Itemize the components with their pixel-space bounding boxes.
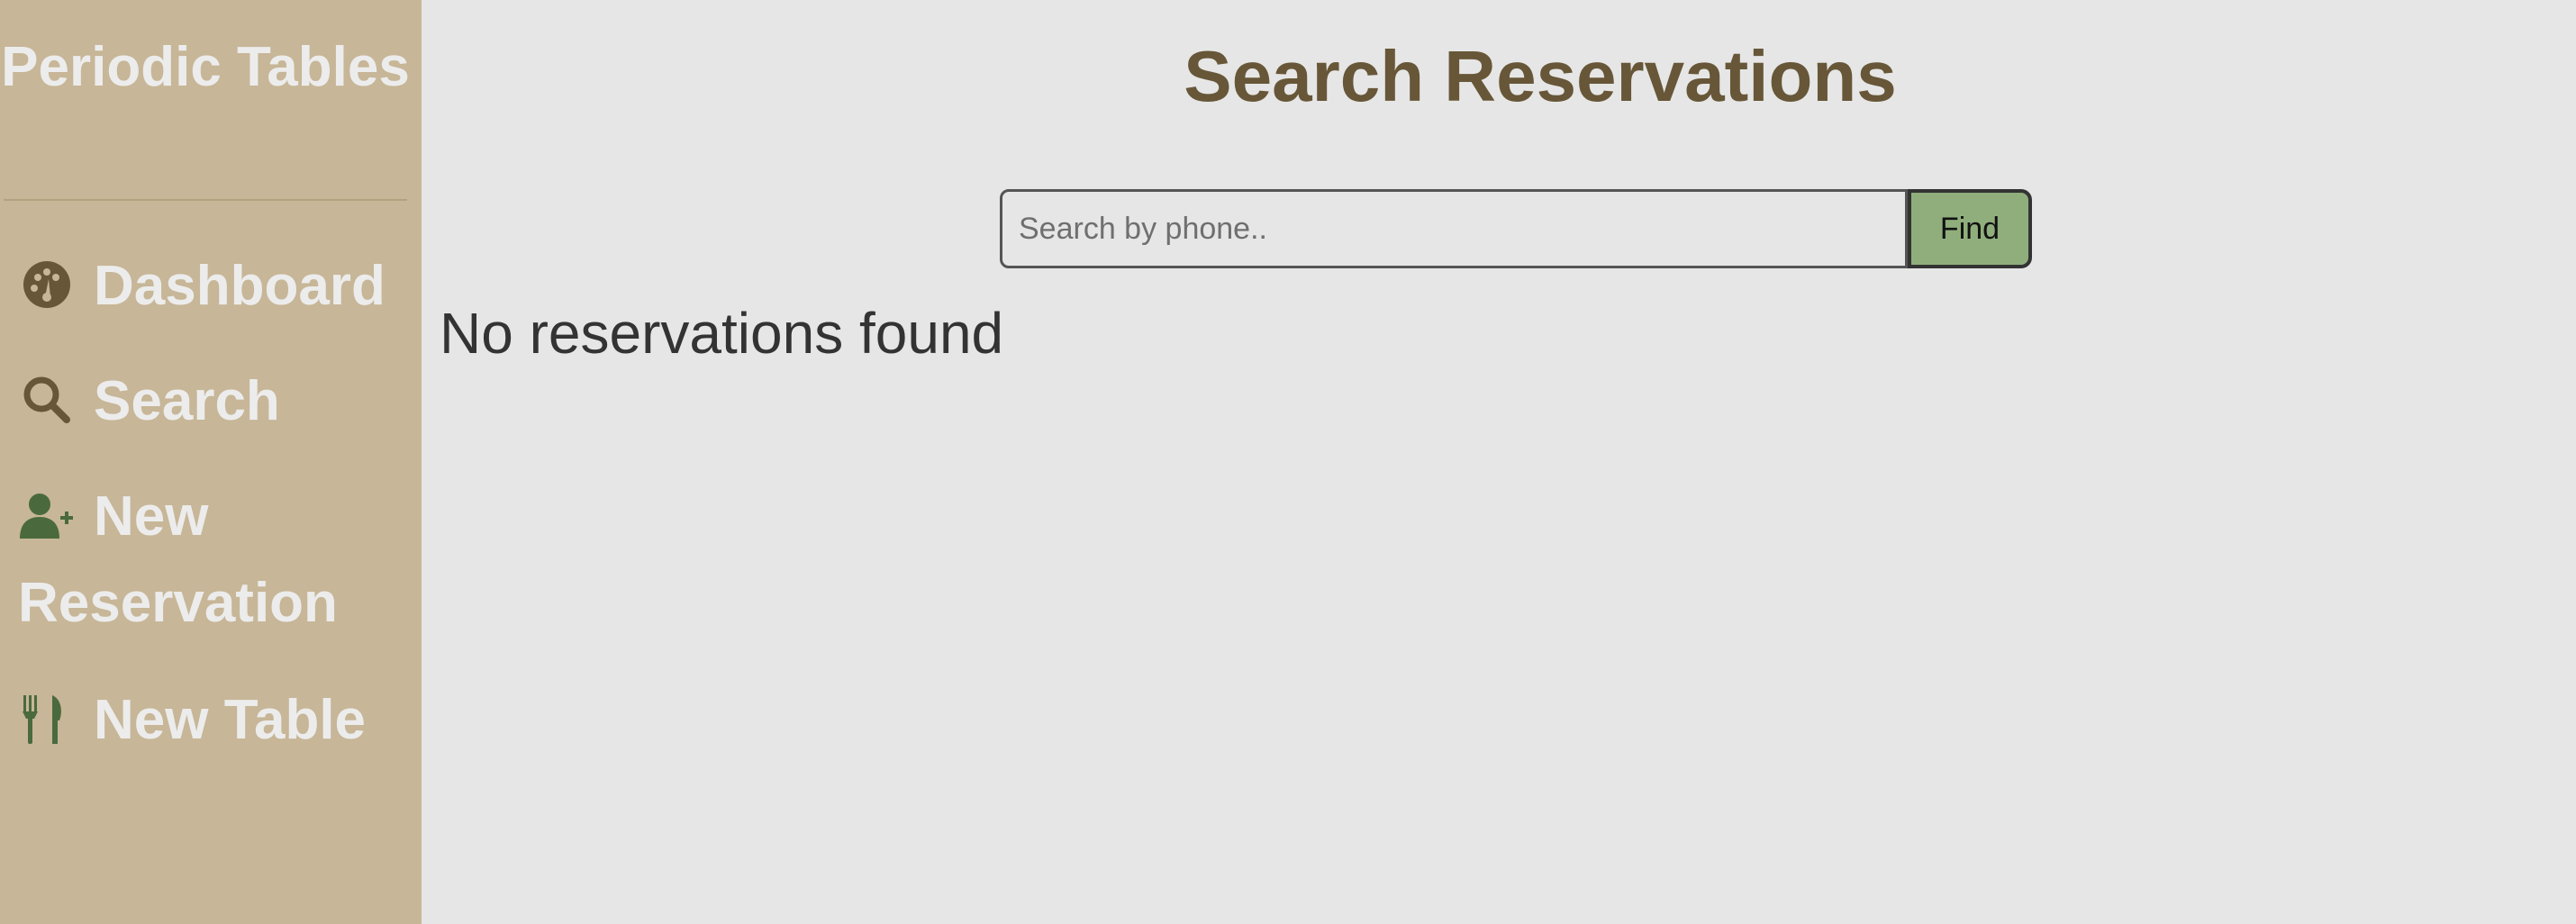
search-form: Find xyxy=(1000,189,2032,268)
sidebar-item-search[interactable]: Search xyxy=(18,358,414,445)
search-input[interactable] xyxy=(1000,189,1908,268)
sidebar-divider xyxy=(4,199,407,201)
page-title: Search Reservations xyxy=(1184,36,1897,116)
sidebar-item-label: Dashboard xyxy=(94,255,385,317)
brand-title: Periodic Tables xyxy=(1,36,410,98)
sidebar-item-new-reservation[interactable]: New Reservation xyxy=(18,474,414,647)
no-results-message: No reservations found xyxy=(440,301,1004,366)
sidebar-item-new-table[interactable]: New Table xyxy=(18,677,414,764)
sidebar-item-label: New Table xyxy=(94,689,367,751)
find-button[interactable]: Find xyxy=(1908,189,2032,268)
sidebar: Periodic Tables Dashboard Search New Res… xyxy=(0,0,422,924)
sidebar-item-label: Search xyxy=(94,370,280,432)
sidebar-item-dashboard[interactable]: Dashboard xyxy=(18,243,414,330)
user-plus-icon xyxy=(18,486,76,544)
utensils-icon xyxy=(18,690,76,747)
search-icon xyxy=(18,371,76,429)
dashboard-icon xyxy=(18,256,76,313)
